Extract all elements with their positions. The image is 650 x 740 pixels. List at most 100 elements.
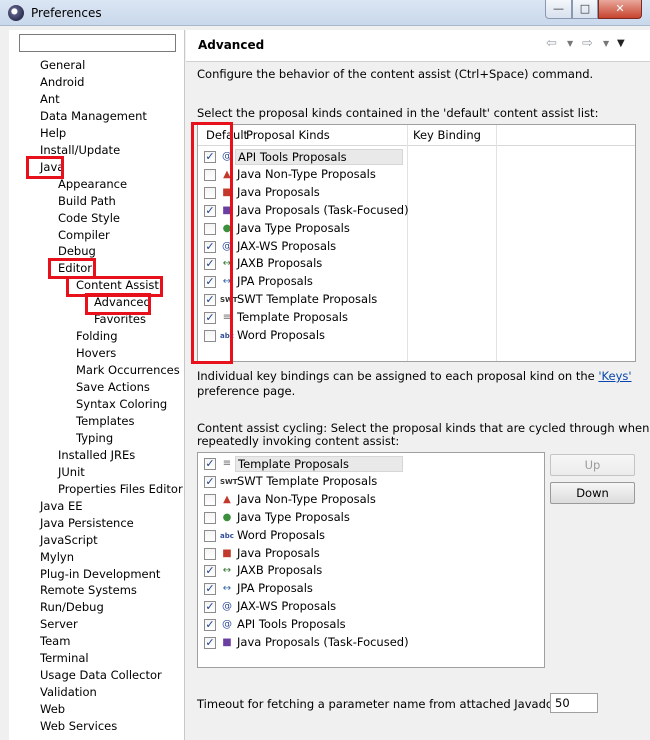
tree-item[interactable]: Templates: [74, 413, 136, 430]
tree-item[interactable]: Terminal: [38, 650, 91, 667]
proposal-checkbox[interactable]: ✓: [204, 637, 216, 649]
list-item[interactable]: ✓ @ JAX-WS Proposals: [198, 598, 544, 616]
tree-item[interactable]: Usage Data Collector: [38, 667, 164, 684]
proposal-checkbox[interactable]: [204, 547, 216, 560]
back-menu-chevron-down-icon[interactable]: ▼: [567, 39, 573, 48]
tree-item[interactable]: Web: [38, 701, 67, 718]
tree-item-label: Web Services: [40, 719, 118, 734]
forward-icon[interactable]: ⇨: [582, 36, 593, 51]
list-item[interactable]: ✓ ≡ Template Proposals: [198, 455, 544, 473]
proposal-checkbox[interactable]: [204, 529, 216, 542]
proposal-label: Word Proposals: [237, 328, 326, 342]
tree-item-label: Code Style: [58, 210, 120, 225]
keys-note: Individual key bindings can be assigned …: [197, 369, 632, 383]
java-proposals-icon: ■: [222, 547, 232, 559]
tree-item[interactable]: Mylyn: [38, 549, 76, 566]
tree-item[interactable]: Run/Debug: [38, 599, 106, 616]
proposal-checkbox[interactable]: ✓: [204, 475, 216, 488]
tree-item[interactable]: General: [38, 57, 87, 74]
close-button[interactable]: ✕: [598, 0, 642, 19]
proposal-label: Template Proposals: [235, 456, 403, 472]
tree-item[interactable]: Ant: [38, 91, 62, 108]
tree-item[interactable]: Mark Occurrences: [74, 362, 182, 379]
list-item[interactable]: ✓ ■ Java Proposals (Task-Focused): [198, 634, 544, 652]
proposal-checkbox[interactable]: [204, 511, 216, 524]
proposal-checkbox[interactable]: ✓: [204, 601, 216, 614]
task-focused-icon: ■: [222, 637, 232, 648]
tree-item[interactable]: Appearance: [56, 176, 129, 193]
tree-item[interactable]: Save Actions: [74, 379, 152, 396]
tree-item[interactable]: Java Persistence: [38, 515, 136, 532]
minimize-button[interactable]: —: [545, 0, 572, 19]
list-item[interactable]: abc Word Proposals: [198, 527, 544, 545]
list-item[interactable]: ▲ Java Non-Type Proposals: [198, 491, 544, 509]
proposal-checkbox[interactable]: ✓: [204, 583, 216, 596]
keys-link[interactable]: 'Keys': [598, 369, 631, 383]
maximize-button[interactable]: □: [572, 0, 598, 19]
list-item[interactable]: abc Word Proposals: [198, 327, 635, 345]
swt-template-icon: SWT: [220, 477, 238, 486]
proposal-checkbox[interactable]: ✓: [204, 619, 216, 632]
tree-item[interactable]: Compiler: [56, 227, 112, 244]
tree-item[interactable]: JUnit: [56, 464, 87, 481]
list-item[interactable]: ✓ SWT SWT Template Proposals: [198, 473, 544, 491]
list-item[interactable]: ✓ ≡ Template Proposals: [198, 309, 635, 327]
keys-note-line2: preference page.: [197, 384, 296, 398]
proposal-label: JAXB Proposals: [237, 256, 323, 271]
tree-item[interactable]: JavaScript: [38, 532, 100, 549]
tree-item[interactable]: Java EE: [38, 498, 84, 515]
list-item[interactable]: ✓ @ API Tools Proposals: [198, 148, 635, 166]
tree-item[interactable]: Help: [38, 125, 68, 142]
tree-item[interactable]: Folding: [74, 328, 120, 345]
proposal-checkbox[interactable]: ✓: [204, 565, 216, 578]
tree-item-label: General: [40, 58, 86, 72]
list-item[interactable]: ■ Java Proposals: [198, 545, 544, 563]
proposal-checkbox[interactable]: [204, 493, 216, 506]
tree-item[interactable]: Syntax Coloring: [74, 396, 169, 413]
tree-item[interactable]: Properties Files Editor: [56, 481, 185, 498]
column-key-binding[interactable]: Key Binding: [413, 128, 481, 142]
tree-item-label: Appearance: [58, 176, 128, 191]
tree-item[interactable]: Code Style: [56, 210, 122, 227]
tree-item[interactable]: Web Services: [38, 718, 119, 735]
tree-item-label: Folding: [76, 329, 118, 344]
list-item[interactable]: ✓ ↔ JPA Proposals: [198, 273, 635, 291]
list-item[interactable]: ✓ ↔ JAXB Proposals: [198, 255, 635, 273]
list-item[interactable]: ✓ ↔ JAXB Proposals: [198, 562, 544, 580]
down-button[interactable]: Down: [550, 482, 635, 504]
tree-item[interactable]: Android: [38, 74, 86, 91]
tree-item[interactable]: Data Management: [38, 108, 149, 125]
tree-item[interactable]: Typing: [74, 430, 115, 447]
list-item[interactable]: ▲ Java Non-Type Proposals: [198, 166, 635, 184]
tree-item-label: Save Actions: [76, 380, 150, 395]
list-item[interactable]: ✓ ↔ JPA Proposals: [198, 580, 544, 598]
tree-item[interactable]: Server: [38, 616, 80, 633]
tree-item-label: Java EE: [40, 498, 83, 513]
view-menu-icon[interactable]: ▼: [617, 38, 625, 49]
list-item[interactable]: ✓ @ JAX-WS Proposals: [198, 238, 635, 256]
column-proposal-kinds[interactable]: Proposal Kinds: [246, 128, 330, 142]
tree-item[interactable]: Plug-in Development: [38, 566, 162, 583]
tree-item[interactable]: Build Path: [56, 193, 118, 210]
list-item[interactable]: ■ Java Proposals: [198, 184, 635, 202]
proposal-label: Java Type Proposals: [237, 509, 350, 524]
tree-item[interactable]: Remote Systems: [38, 582, 139, 599]
tree-item-label: Installed JREs: [58, 447, 136, 462]
tree-item[interactable]: Installed JREs: [56, 447, 137, 464]
forward-menu-chevron-down-icon[interactable]: ▼: [603, 39, 609, 48]
list-item[interactable]: ✓ ■ Java Proposals (Task-Focused): [198, 202, 635, 220]
tree-item[interactable]: Hovers: [74, 345, 118, 362]
list-item[interactable]: ✓ @ API Tools Proposals: [198, 616, 544, 634]
timeout-input[interactable]: [550, 693, 598, 713]
tree-item[interactable]: Validation: [38, 684, 99, 701]
tree-item-label: Install/Update: [40, 142, 121, 157]
list-item[interactable]: ● Java Type Proposals: [198, 509, 544, 527]
list-item[interactable]: ● Java Type Proposals: [198, 220, 635, 238]
tree-item[interactable]: Team: [38, 633, 72, 650]
back-icon[interactable]: ⇦: [546, 36, 557, 51]
list-item[interactable]: ✓ SWT SWT Template Proposals: [198, 291, 635, 309]
filter-input[interactable]: [19, 34, 176, 52]
proposal-checkbox[interactable]: ✓: [204, 458, 216, 470]
up-button[interactable]: Up: [550, 454, 635, 476]
cycling-intro-line1: Content assist cycling: Select the propo…: [197, 421, 650, 435]
